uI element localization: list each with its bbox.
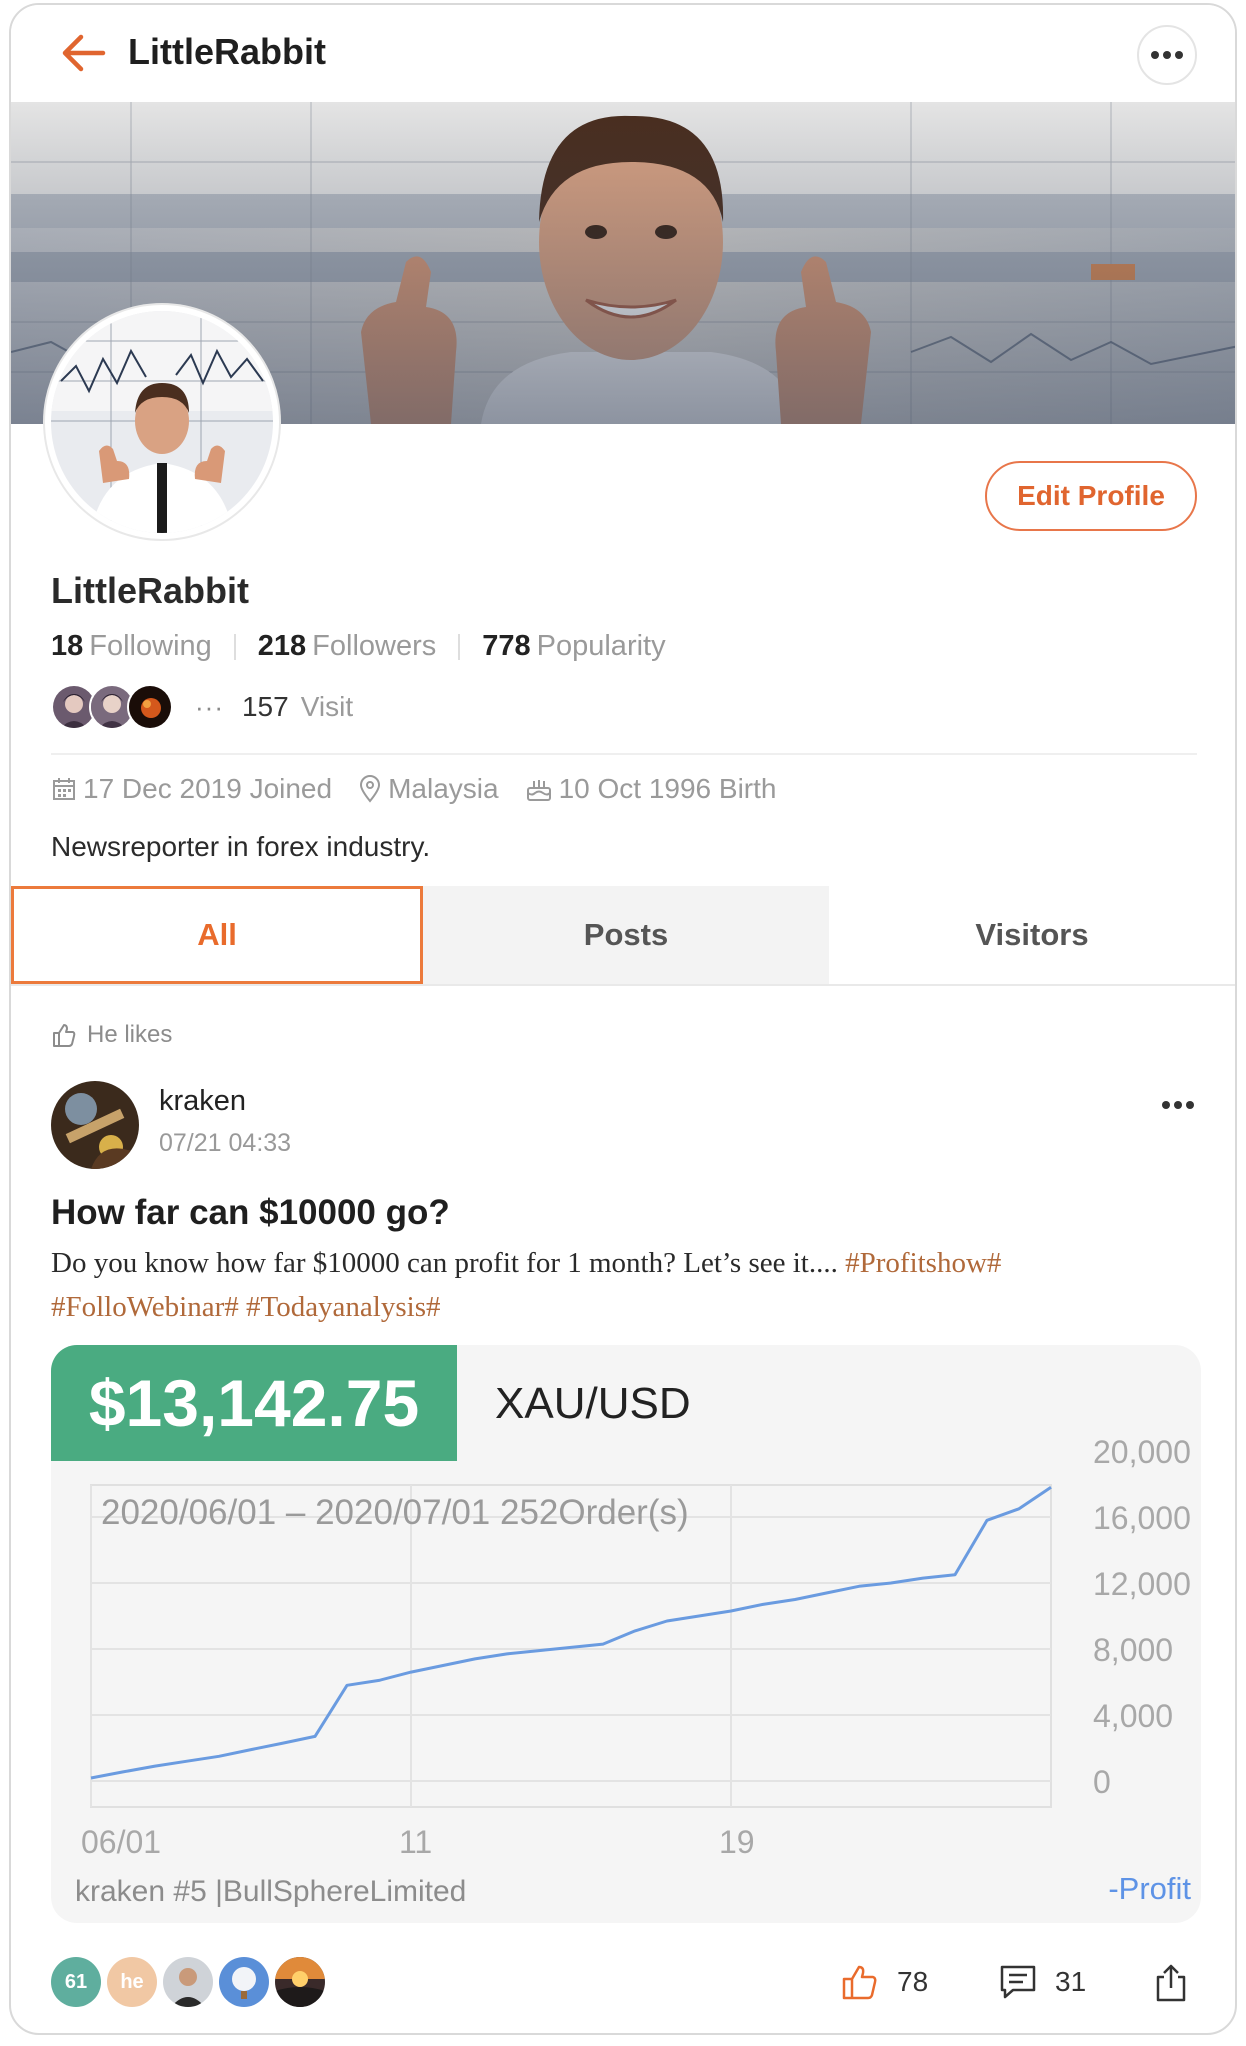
back-button[interactable] [55,27,111,79]
post-tag[interactable]: #FolloWebinar# [51,1291,239,1323]
cake-icon [526,780,551,801]
chart-date-range: 2020/06/01 – 2020/07/01 252Order(s) [101,1493,689,1532]
more-horizontal-icon [1162,1101,1194,1109]
stat-divider [458,633,461,660]
more-visitors-indicator: ··· [195,691,224,722]
profile-page: LittleRabbit Edit Profile LittleRabbit 1… [9,3,1237,2035]
comment-icon [1000,1965,1036,1999]
post-body[interactable]: Do you know how far $10000 can profit fo… [51,1241,1201,1329]
joined-text: 17 Dec 2019 Joined [83,773,333,804]
stat-following[interactable]: 18 Following [51,630,212,663]
visitor-avatar [127,684,173,730]
more-options-button[interactable] [1137,25,1197,85]
location-pin-icon [360,775,381,803]
y-axis-ticks: 20,000 16,000 12,000 8,000 4,000 0 [1093,1434,1191,1800]
profile-name: LittleRabbit [51,570,249,611]
stat-popularity: 778 Popularity [482,630,665,663]
stat-number: 778 [482,630,531,662]
reactor-avatar [275,1957,325,2007]
location: Malaysia [358,773,499,805]
comment-count: 31 [1055,1966,1087,1997]
reactor-avatar [219,1957,269,2007]
tab-visitors[interactable]: Visitors [829,886,1235,984]
post-title[interactable]: How far can $10000 go? [51,1193,450,1233]
share-icon [1156,1964,1186,2002]
section-divider [51,753,1197,755]
visit-count: 157 [241,691,289,722]
like-button[interactable]: 78 [841,1963,928,2001]
profit-chart-card[interactable]: $13,142.75 XAU/USD 20,000 16,000 12,000 8,0… [51,1345,1201,1923]
profile-bio: Newsreporter in forex industry. [51,831,431,862]
stat-label: Popularity [536,630,666,662]
share-button[interactable] [1153,1963,1207,2003]
page-title: LittleRabbit [128,31,326,72]
stat-label: Following [89,630,212,662]
post-author-avatar[interactable] [51,1081,139,1169]
reactor-avatars[interactable]: 61 he [51,1957,331,2007]
tab-all[interactable]: All [11,886,423,984]
stat-number: 218 [257,630,307,662]
x-axis-ticks: 06/01 11 19 [81,1824,755,1860]
reactor-avatar: he [107,1957,157,2007]
tab-posts[interactable]: Posts [423,886,829,984]
joined-date: 17 Dec 2019 Joined [51,773,332,805]
top-bar: LittleRabbit [11,5,1235,102]
more-horizontal-icon [1151,51,1183,59]
profile-avatar[interactable] [45,305,279,539]
x-tick-label: 11 [399,1824,432,1860]
birth-text: 10 Oct 1996 Birth [558,773,777,804]
post-text: Do you know how far $10000 can profit fo… [51,1247,846,1279]
profile-tabs: All Posts Visitors [11,886,1235,986]
recent-visitors[interactable]: ··· 157 Visit [51,683,353,731]
visit-label: Visit [300,691,354,722]
arrow-left-icon [62,34,106,72]
stat-divider [233,633,236,660]
thumbs-up-icon [842,1965,877,2000]
comment-button[interactable]: 31 [999,1963,1086,2001]
reactor-initial: 61 [64,1970,88,1993]
stat-number: 18 [51,630,84,662]
x-tick-label: 19 [719,1824,755,1860]
activity-text: He likes [87,1021,173,1048]
y-tick-label: 8,000 [1093,1632,1173,1668]
card-footer: kraken #5 |BullSphereLimited [75,1875,467,1908]
calendar-icon [53,778,75,800]
edit-profile-button[interactable]: Edit Profile [985,461,1197,531]
stat-followers[interactable]: 218 Followers [258,630,436,663]
profit-line-chart: 20,000 16,000 12,000 8,000 4,000 0 06/01 11 19 [81,1434,1191,1860]
post-timestamp: 07/21 04:33 [159,1129,292,1157]
x-tick-label: 06/01 [81,1824,161,1860]
reactor-avatar: 61 [51,1957,101,2007]
y-tick-label: 20,000 [1093,1434,1191,1470]
post-more-button[interactable] [1161,1097,1195,1115]
y-tick-label: 12,000 [1093,1566,1191,1602]
reactor-avatar [163,1957,213,2007]
like-count: 78 [897,1966,929,1997]
post-author-name[interactable]: kraken [159,1085,246,1118]
chart-legend: -Profit [1108,1871,1191,1906]
y-tick-label: 0 [1093,1764,1111,1800]
stat-label: Followers [312,630,437,662]
location-text: Malaysia [388,773,499,804]
activity-label: He likes [51,1021,172,1049]
post-tag[interactable]: #Profitshow# [845,1247,1001,1279]
birth-date: 10 Oct 1996 Birth [525,773,777,805]
profile-meta: 17 Dec 2019 Joined Malaysia 10 Oct 1996 … [51,773,802,805]
thumbs-up-icon [53,1024,76,1047]
y-tick-label: 16,000 [1093,1500,1191,1536]
reactor-initial: he [120,1970,144,1993]
y-tick-label: 4,000 [1093,1698,1173,1734]
post-tag[interactable]: #Todayanalysis# [246,1291,441,1323]
profile-stats: 18 Following 218 Followers 778 Popularit… [51,630,666,663]
